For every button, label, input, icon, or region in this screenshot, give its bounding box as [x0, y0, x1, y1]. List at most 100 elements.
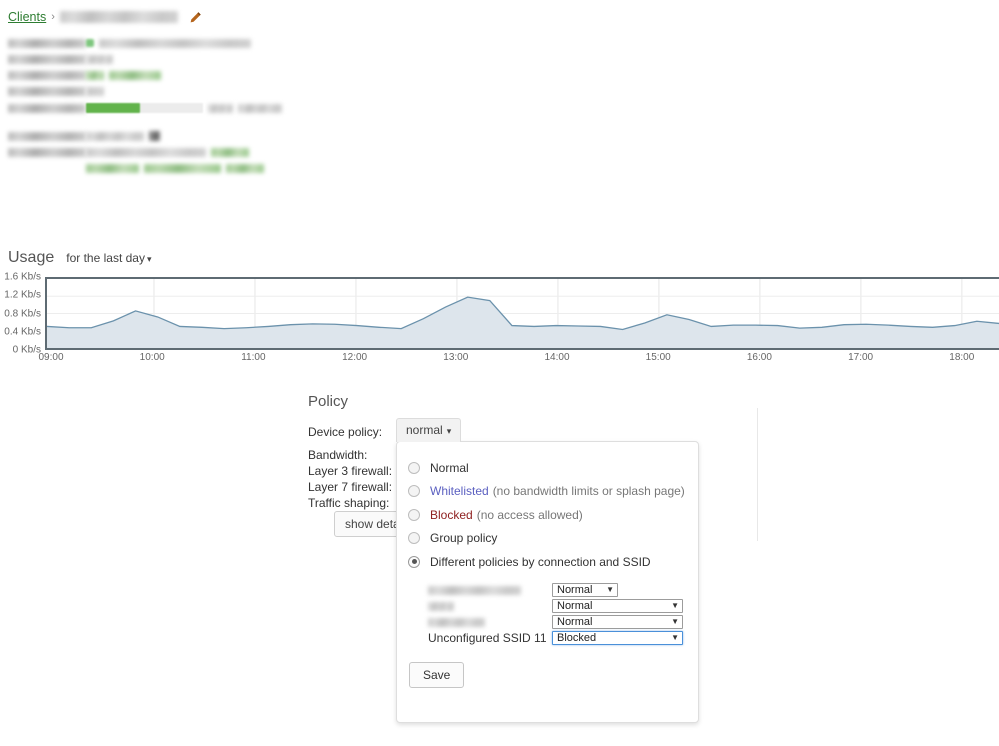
- detail-value-text: [86, 55, 113, 64]
- chart-x-tick: 18:00: [949, 352, 974, 363]
- ssid-policy-select-value: Normal: [557, 600, 592, 612]
- policy-field-label: Layer 3 firewall:: [308, 464, 400, 478]
- policy-options-list: Normal Whitelisted(no bandwidth limits or…: [397, 442, 698, 574]
- policy-option-label: Normal: [430, 461, 469, 475]
- chart-x-tick: 16:00: [747, 352, 772, 363]
- ssid-policy-row: Normal▼: [428, 598, 698, 614]
- ssid-policy-select[interactable]: Normal▼: [552, 615, 683, 629]
- chart-area-fill: [47, 297, 999, 348]
- save-button[interactable]: Save: [409, 662, 464, 688]
- chevron-down-icon: ▼: [606, 584, 614, 596]
- chart-y-tick: 0 Kb/s: [13, 345, 41, 356]
- detail-value: [86, 148, 249, 157]
- chart-x-tick: 17:00: [848, 352, 873, 363]
- policy-option-label: Different policies by connection and SSI…: [430, 555, 651, 569]
- policy-option-row[interactable]: Group policy: [397, 527, 698, 551]
- ssid-policy-select[interactable]: Blocked ▼: [552, 631, 683, 645]
- chevron-down-icon: ▾: [147, 254, 152, 264]
- chart-x-tick: 10:00: [140, 352, 165, 363]
- ssid-policy-select[interactable]: Normal▼: [552, 599, 683, 613]
- detail-row: [86, 160, 264, 176]
- detail-value-extra: [238, 104, 282, 113]
- ssid-policy-select-value: Normal: [557, 584, 592, 596]
- usage-header: Usage for the last day▾: [8, 249, 152, 267]
- device-policy-dropdown-button[interactable]: normal ▾: [396, 418, 461, 442]
- radio-button[interactable]: [408, 509, 420, 521]
- chart-x-tick: 11:00: [241, 352, 265, 363]
- detail-row: [8, 67, 282, 83]
- detail-value-text: [208, 104, 233, 113]
- detail-value-link[interactable]: [86, 164, 139, 173]
- detail-value-tag: [86, 71, 104, 80]
- ssid-name-redacted: [428, 602, 454, 611]
- signal-progress-bar: [86, 103, 203, 113]
- breadcrumb: Clients ›: [8, 10, 202, 24]
- client-summary-group-2: [8, 128, 264, 176]
- ssid-name-redacted: [428, 618, 485, 627]
- usage-title: Usage: [8, 249, 54, 267]
- chart-y-tick: 1.2 Kb/s: [4, 290, 41, 301]
- device-policy-dropdown-label: normal: [406, 423, 443, 437]
- detail-value: [86, 71, 161, 80]
- detail-value: [86, 55, 113, 64]
- ssid-policy-row: Normal▼: [428, 614, 698, 630]
- detail-value-text: [86, 87, 104, 96]
- chevron-down-icon: ▼: [671, 632, 679, 644]
- policy-option-note: (no bandwidth limits or splash page): [493, 484, 685, 498]
- chart-x-tick: 15:00: [646, 352, 671, 363]
- chart-x-tick: 13:00: [443, 352, 468, 363]
- detail-value: [86, 164, 264, 173]
- detail-label: [8, 87, 86, 96]
- radio-button[interactable]: [408, 556, 420, 568]
- policy-field-label: Layer 7 firewall:: [308, 480, 400, 494]
- detail-value: [86, 87, 104, 96]
- detail-row: [8, 83, 282, 99]
- ssid-policy-table: Normal▼Normal▼Normal▼Unconfigured SSID 1…: [428, 582, 698, 646]
- policy-option-row[interactable]: Blocked(no access allowed): [397, 503, 698, 527]
- device-policy-popup: Normal Whitelisted(no bandwidth limits or…: [396, 441, 699, 723]
- radio-button[interactable]: [408, 485, 420, 497]
- chart-x-tick: 09:00: [38, 352, 63, 363]
- ssid-name-label: [428, 599, 552, 613]
- signal-progress-fill: [86, 103, 140, 113]
- section-divider: [757, 408, 758, 541]
- ssid-name-redacted: [428, 586, 521, 595]
- detail-row: [8, 35, 282, 51]
- detail-row: [8, 99, 282, 117]
- detail-label: [8, 55, 86, 64]
- detail-value-link[interactable]: [144, 164, 221, 173]
- client-summary-group-1: [8, 35, 282, 117]
- detail-label: [8, 39, 86, 48]
- breadcrumb-clients-link[interactable]: Clients: [8, 10, 46, 24]
- detail-value-link[interactable]: [226, 164, 264, 173]
- usage-timerange-dropdown[interactable]: for the last day▾: [66, 251, 151, 265]
- policy-option-row[interactable]: Normal: [397, 456, 698, 480]
- ssid-policy-select-value: Normal: [557, 616, 592, 628]
- detail-label: [8, 132, 86, 141]
- chart-plot-area: [45, 277, 999, 350]
- chevron-down-icon: ▾: [447, 426, 452, 436]
- usage-timerange-label: for the last day: [66, 251, 145, 265]
- chart-x-tick: 14:00: [544, 352, 569, 363]
- detail-value-text: [86, 132, 144, 141]
- pencil-icon[interactable]: [189, 11, 202, 24]
- detail-value-link[interactable]: [211, 148, 249, 157]
- policy-option-note: (no access allowed): [477, 508, 583, 522]
- ssid-policy-row: Normal ▼: [428, 582, 698, 598]
- chart-y-tick: 1.6 Kb/s: [4, 272, 41, 283]
- chart-x-tick: 12:00: [342, 352, 367, 363]
- breadcrumb-client-name: [60, 11, 178, 23]
- detail-label: [8, 71, 86, 80]
- detail-value-text: [86, 148, 206, 157]
- policy-option-row[interactable]: Whitelisted(no bandwidth limits or splas…: [397, 480, 698, 504]
- detail-row: [8, 128, 264, 144]
- ssid-name-label: [428, 583, 552, 597]
- policy-title: Policy: [308, 393, 768, 410]
- radio-button[interactable]: [408, 532, 420, 544]
- ssid-policy-select[interactable]: Normal ▼: [552, 583, 618, 597]
- color-swatch-icon: [149, 131, 160, 141]
- radio-button[interactable]: [408, 462, 420, 474]
- ssid-policy-select-value: Blocked: [557, 632, 596, 644]
- policy-option-row[interactable]: Different policies by connection and SSI…: [397, 550, 698, 574]
- detail-row: [8, 144, 264, 160]
